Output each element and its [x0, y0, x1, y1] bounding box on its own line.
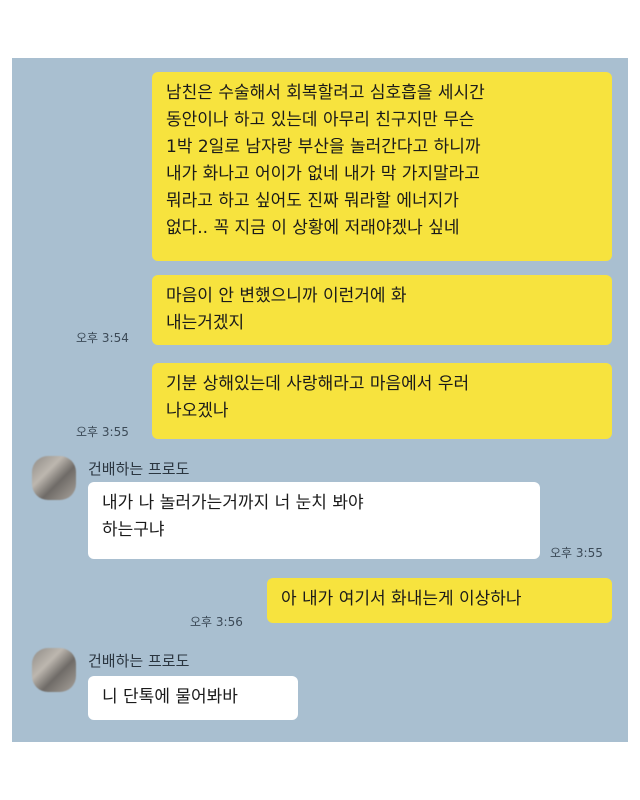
- their-message-bubble[interactable]: 니 단톡에 물어봐바: [88, 676, 298, 720]
- chat-room[interactable]: 남친은 수술해서 회복할려고 심호흡을 세시간 동안이나 하고 있는데 아무리 …: [12, 58, 628, 742]
- sender-name: 건배하는 프로도: [88, 460, 190, 478]
- my-message-bubble[interactable]: 마음이 안 변했으니까 이런거에 화 내는거겠지: [152, 275, 612, 345]
- my-message-bubble[interactable]: 남친은 수술해서 회복할려고 심호흡을 세시간 동안이나 하고 있는데 아무리 …: [152, 72, 612, 261]
- my-message-bubble[interactable]: 아 내가 여기서 화내는게 이상하나: [267, 578, 612, 623]
- contact-avatar[interactable]: [32, 648, 76, 692]
- contact-avatar[interactable]: [32, 456, 76, 500]
- message-timestamp: 오후 3:54: [76, 331, 129, 345]
- their-message-bubble[interactable]: 내가 나 놀러가는거까지 너 눈치 봐야 하는구냐: [88, 482, 540, 559]
- sender-name: 건배하는 프로도: [88, 652, 190, 670]
- my-message-bubble[interactable]: 기분 상해있는데 사랑해라고 마음에서 우러 나오겠나: [152, 363, 612, 439]
- message-timestamp: 오후 3:55: [76, 425, 129, 439]
- message-timestamp: 오후 3:55: [550, 546, 603, 560]
- message-timestamp: 오후 3:56: [190, 615, 243, 629]
